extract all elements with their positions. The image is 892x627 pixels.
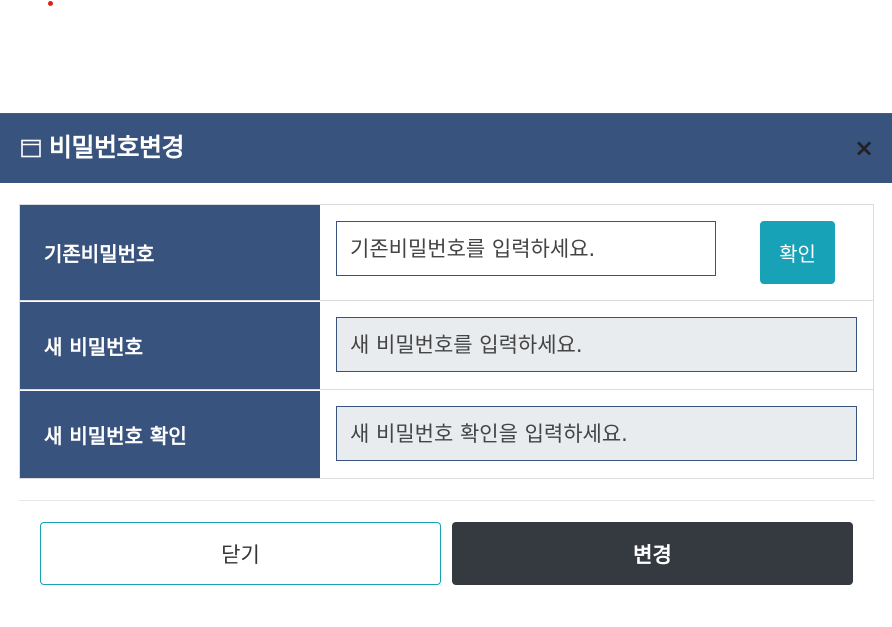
password-form: 기존비밀번호 확인 새 비밀번호 새 비밀번호 확인 [19, 204, 874, 479]
confirm-password-label: 새 비밀번호 확인 [20, 391, 320, 478]
modal-title: 비밀번호변경 [49, 133, 185, 162]
confirm-password-row: 새 비밀번호 확인 [20, 391, 873, 478]
new-password-label: 새 비밀번호 [20, 302, 320, 389]
new-password-input[interactable] [336, 317, 857, 372]
close-icon[interactable]: × [850, 134, 878, 162]
window-icon [21, 139, 41, 158]
confirm-password-input[interactable] [336, 406, 857, 461]
confirm-current-password-button[interactable]: 확인 [760, 221, 835, 284]
modal-header: 비밀번호변경 × [0, 114, 892, 183]
current-password-input[interactable] [336, 221, 716, 276]
footer-divider [19, 500, 875, 501]
current-password-row: 기존비밀번호 확인 [20, 205, 873, 301]
new-password-row: 새 비밀번호 [20, 302, 873, 390]
red-dot-marker [48, 1, 53, 6]
current-password-label: 기존비밀번호 [20, 205, 320, 300]
close-button[interactable]: 닫기 [40, 522, 441, 585]
change-button[interactable]: 변경 [452, 522, 853, 585]
